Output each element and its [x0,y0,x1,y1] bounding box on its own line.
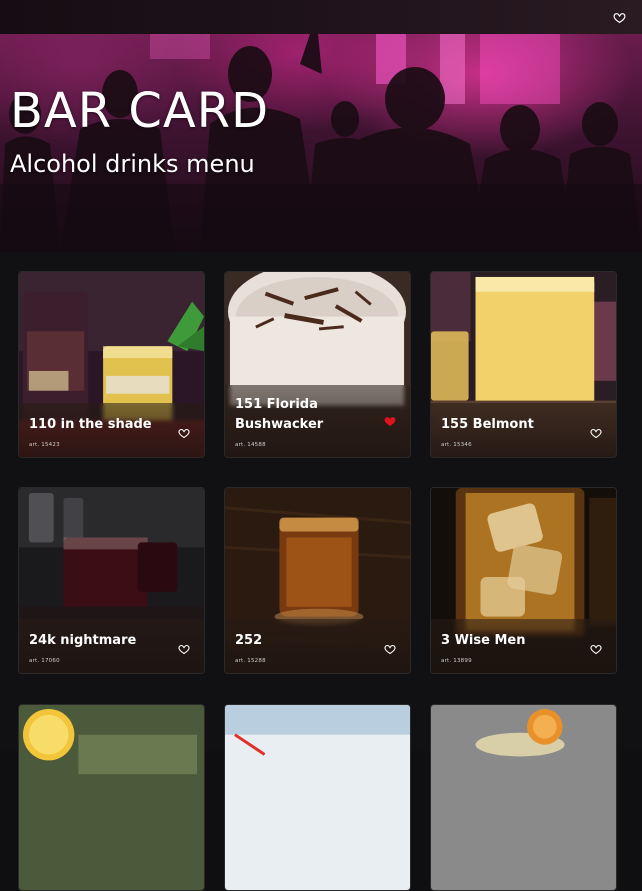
favorite-heart-icon[interactable] [590,427,602,439]
drink-name: 155 Belmont [441,417,534,432]
drink-photo [431,705,616,890]
drinks-grid: 110 in the shade art. 15423 151 Florida … [0,252,642,891]
drink-name: 110 in the shade [29,417,152,432]
drink-card[interactable]: 3 Wise Men art. 13899 [430,487,617,674]
drink-name: 252 [235,633,263,648]
drink-article: art. 15346 [441,442,472,448]
drink-card[interactable] [224,704,411,891]
favorite-heart-icon[interactable] [590,643,602,655]
hero-crowd-image [0,34,642,252]
top-bar [0,0,642,35]
favorite-heart-icon[interactable] [384,643,396,655]
drink-card[interactable] [18,704,205,891]
drink-article: art. 17060 [29,658,60,664]
drink-card[interactable] [430,704,617,891]
drink-card[interactable]: 155 Belmont art. 15346 [430,271,617,458]
hero-banner: BAR CARD Alcohol drinks menu [0,34,642,252]
drink-name: 24k nightmare [29,633,137,648]
drink-card[interactable]: 110 in the shade art. 15423 [18,271,205,458]
drink-article: art. 15423 [29,442,60,448]
drink-name: 3 Wise Men [441,633,526,648]
drink-card[interactable]: 24k nightmare art. 17060 [18,487,205,674]
drink-card[interactable]: 151 Florida Bushwacker art. 14588 [224,271,411,458]
favorite-heart-icon[interactable] [384,415,396,427]
drink-article: art. 14588 [235,442,266,448]
drink-name: 151 Florida Bushwacker [235,397,324,432]
favorites-heart-icon[interactable] [613,11,626,24]
drink-article: art. 15288 [235,658,266,664]
page-subtitle: Alcohol drinks menu [10,150,255,178]
page-title: BAR CARD [10,83,270,139]
drink-photo [225,705,410,890]
drink-photo [19,705,204,890]
drink-card[interactable]: 252 art. 15288 [224,487,411,674]
favorite-heart-icon[interactable] [178,643,190,655]
favorite-heart-icon[interactable] [178,427,190,439]
drink-article: art. 13899 [441,658,472,664]
